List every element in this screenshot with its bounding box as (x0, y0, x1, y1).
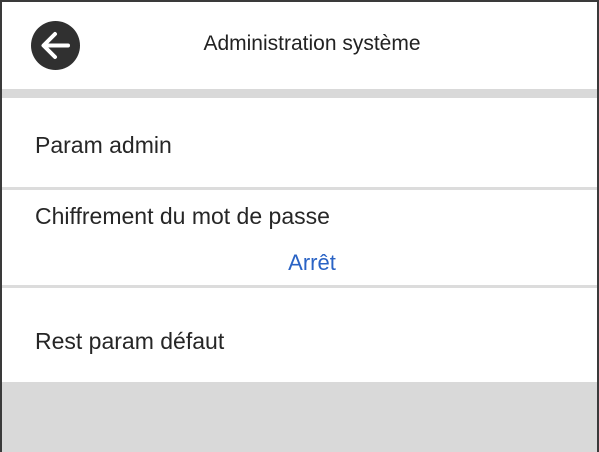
page-title: Administration système (203, 32, 421, 55)
empty-footer-area (2, 382, 597, 452)
menu-item-label: Rest param défaut (35, 328, 225, 354)
menu-item-password-encryption[interactable]: Chiffrement du mot de passe Arrêt (2, 190, 597, 285)
menu-item-label: Chiffrement du mot de passe (35, 203, 330, 229)
printer-panel-screen: Administration système Param admin Chiff… (0, 0, 599, 452)
header-divider (2, 89, 597, 98)
menu-item-param-admin[interactable]: Param admin (2, 98, 597, 187)
header-bar: Administration système (2, 2, 597, 89)
menu-item-restore-defaults[interactable]: Rest param défaut (2, 288, 597, 382)
menu-item-label: Param admin (35, 132, 172, 158)
menu-item-value: Arrêt (288, 250, 336, 275)
